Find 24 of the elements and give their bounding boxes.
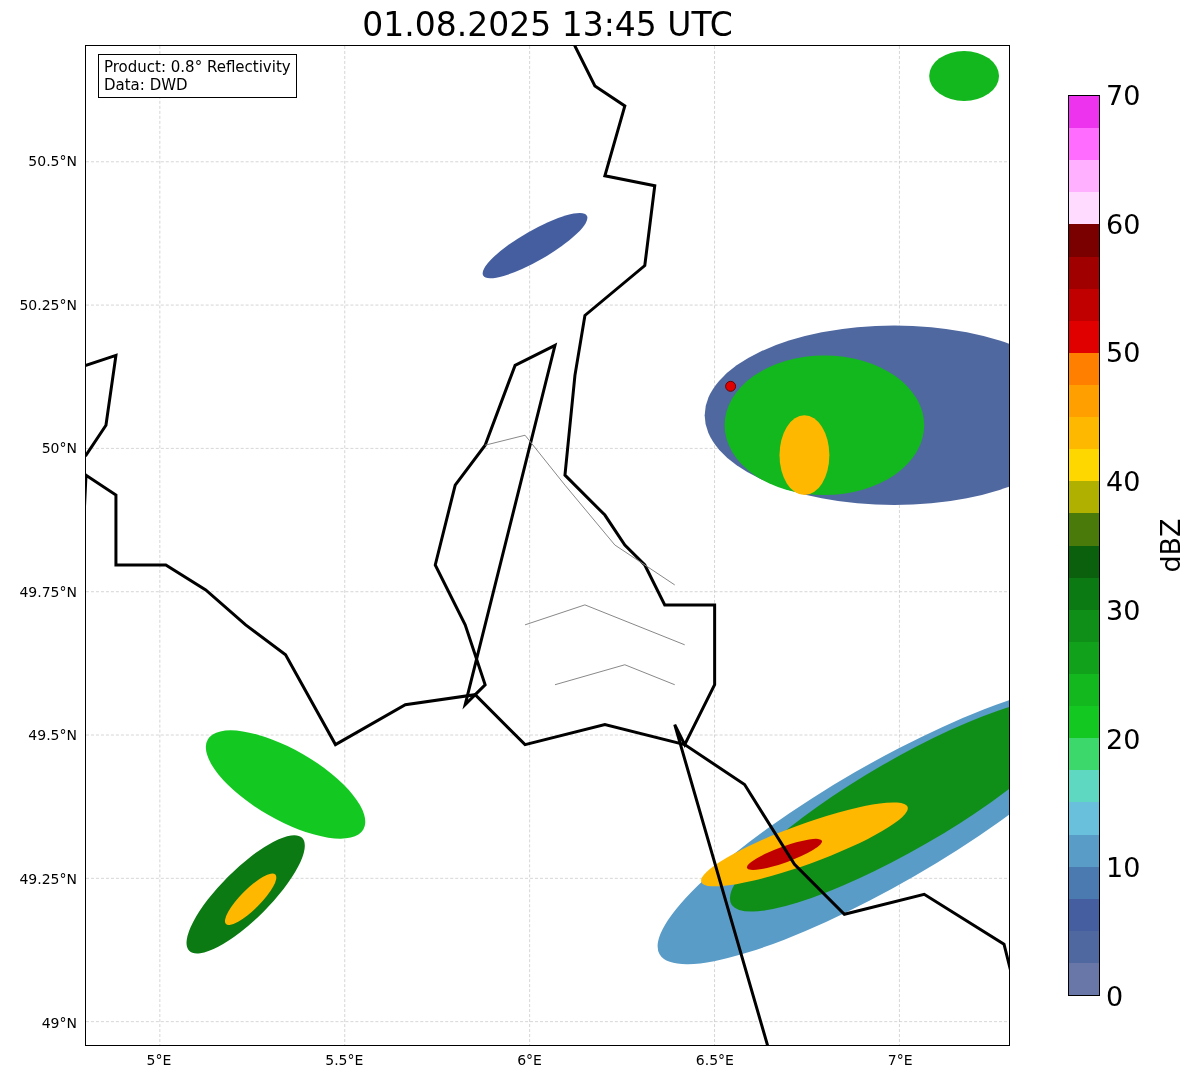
info-text: Product: 0.8° Reflectivity (104, 58, 291, 76)
latitude-label: 49°N (41, 1014, 77, 1031)
latitude-label: 49.75°N (19, 583, 77, 600)
latitude-label: 50°N (41, 440, 77, 457)
colorbar-label: 50 (1106, 336, 1141, 368)
axis-label: dBZ (1154, 518, 1186, 573)
colorbar-label: 40 (1106, 465, 1141, 497)
latitude-label: 49.5°N (28, 727, 77, 744)
longitude-label: 5.5°E (325, 1052, 364, 1068)
latitude-label: 50.5°N (28, 153, 77, 169)
latitude-label: 49.25°N (19, 871, 77, 887)
colorbar-label: 60 (1106, 208, 1141, 240)
longitude-label: 7°E (887, 1052, 913, 1068)
info-text: Data: DWD (104, 76, 189, 94)
longitude-label: 5°E (146, 1052, 172, 1068)
latitude-label: 50.25°N (19, 296, 77, 313)
colorbar-label: 10 (1106, 851, 1141, 883)
longitude-label: 6.5°E (695, 1052, 734, 1068)
colorbar-label: 30 (1106, 594, 1141, 626)
colorbar-label: 70 (1106, 79, 1141, 111)
colorbar-label: 0 (1106, 980, 1124, 1012)
chart-title: 01.08.2025 13:45 UTC (362, 5, 733, 45)
longitude-label: 6°E (517, 1052, 542, 1068)
colorbar-label: 20 (1106, 723, 1141, 755)
